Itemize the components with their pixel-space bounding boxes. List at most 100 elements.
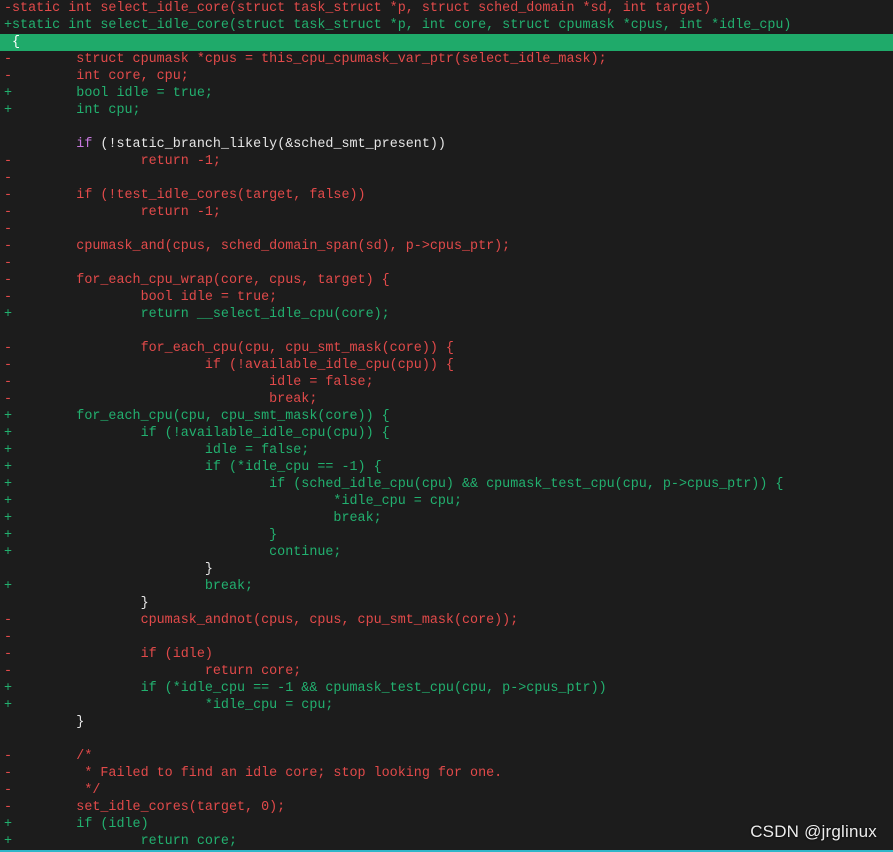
code-text: idle = false;	[12, 443, 310, 458]
diff-line-added[interactable]: + break;	[0, 578, 893, 595]
diff-line-added[interactable]: + if (!available_idle_cpu(cpu)) {	[0, 425, 893, 442]
code-text: *idle_cpu = cpu;	[12, 698, 334, 713]
diff-line-removed[interactable]: - for_each_cpu_wrap(core, cpus, target) …	[0, 272, 893, 289]
diff-line-removed[interactable]: - static int select_idle_core(struct task…	[0, 0, 893, 17]
diff-marker: -	[4, 154, 13, 169]
diff-line-removed[interactable]: - cpumask_and(cpus, sched_domain_span(sd…	[0, 238, 893, 255]
diff-line-removed[interactable]: - if (idle)	[0, 646, 893, 663]
code-text: if (*idle_cpu == -1) {	[12, 460, 382, 475]
code-text: return core;	[12, 834, 237, 849]
diff-line-removed[interactable]: - * Failed to find an idle core; stop lo…	[0, 765, 893, 782]
code-text: }	[12, 528, 278, 543]
diff-line-removed[interactable]: - bool idle = true;	[0, 289, 893, 306]
diff-line-removed[interactable]: - if (!available_idle_cpu(cpu)) {	[0, 357, 893, 374]
code-text: for_each_cpu_wrap(core, cpus, target) {	[12, 273, 390, 288]
keyword: if	[76, 137, 93, 152]
diff-line-removed[interactable]: - if (!test_idle_cores(target, false))	[0, 187, 893, 204]
diff-line-context[interactable]	[0, 119, 893, 136]
diff-marker: +	[4, 307, 13, 322]
diff-line-removed[interactable]: -	[0, 255, 893, 272]
diff-line-removed[interactable]: - break;	[0, 391, 893, 408]
diff-line-context[interactable]: }	[0, 714, 893, 731]
diff-line-removed[interactable]: - return core;	[0, 663, 893, 680]
diff-marker: +	[4, 460, 13, 475]
code-text: set_idle_cores(target, 0);	[12, 800, 286, 815]
diff-marker: -	[4, 647, 13, 662]
diff-line-added[interactable]: + *idle_cpu = cpu;	[0, 493, 893, 510]
diff-marker: +	[4, 698, 13, 713]
diff-line-removed[interactable]: - for_each_cpu(cpu, cpu_smt_mask(core)) …	[0, 340, 893, 357]
diff-line-context[interactable]	[0, 731, 893, 748]
code-text: if (idle)	[12, 647, 213, 662]
diff-line-added[interactable]: + bool idle = true;	[0, 85, 893, 102]
diff-marker: +	[4, 103, 13, 118]
diff-line-context[interactable]	[0, 323, 893, 340]
diff-line-added[interactable]: + if (*idle_cpu == -1 && cpumask_test_cp…	[0, 680, 893, 697]
diff-line-removed[interactable]: - idle = false;	[0, 374, 893, 391]
code-text: cpumask_andnot(cpus, cpus, cpu_smt_mask(…	[12, 613, 519, 628]
diff-line-added[interactable]: + }	[0, 527, 893, 544]
diff-marker: -	[4, 783, 13, 798]
diff-line-removed[interactable]: - cpumask_andnot(cpus, cpus, cpu_smt_mas…	[0, 612, 893, 629]
diff-line-context[interactable]: }	[0, 561, 893, 578]
diff-line-removed[interactable]: - set_idle_cores(target, 0);	[0, 799, 893, 816]
diff-marker: -	[4, 69, 13, 84]
diff-marker: -	[4, 766, 13, 781]
diff-line-removed[interactable]: - return -1;	[0, 153, 893, 170]
diff-line-added[interactable]: + int cpu;	[0, 102, 893, 119]
diff-line-context[interactable]: }	[0, 595, 893, 612]
diff-marker: -	[4, 188, 13, 203]
diff-marker: -	[4, 205, 13, 220]
diff-line-removed[interactable]: -	[0, 629, 893, 646]
diff-line-removed[interactable]: -	[0, 221, 893, 238]
diff-marker: -	[4, 52, 13, 67]
code-text: }	[12, 562, 213, 577]
diff-line-context[interactable]: if (!static_branch_likely(&sched_smt_pre…	[0, 136, 893, 153]
code-text: bool idle = true;	[12, 290, 278, 305]
code-text: int core, cpu;	[12, 69, 189, 84]
diff-line-added[interactable]: + if (*idle_cpu == -1) {	[0, 459, 893, 476]
diff-line-removed[interactable]: - /*	[0, 748, 893, 765]
code-text: if (!available_idle_cpu(cpu)) {	[12, 426, 390, 441]
diff-line-removed[interactable]: - return -1;	[0, 204, 893, 221]
diff-line-removed[interactable]: - int core, cpu;	[0, 68, 893, 85]
diff-marker: -	[4, 256, 13, 271]
diff-line-added[interactable]: + for_each_cpu(cpu, cpu_smt_mask(core)) …	[0, 408, 893, 425]
code-text: int cpu;	[12, 103, 141, 118]
diff-line-added[interactable]: + continue;	[0, 544, 893, 561]
diff-marker: +	[4, 545, 13, 560]
code-text: for_each_cpu(cpu, cpu_smt_mask(core)) {	[12, 341, 454, 356]
diff-marker: -	[4, 358, 13, 373]
code-text: return -1;	[12, 205, 221, 220]
diff-marker: +	[4, 528, 13, 543]
code-text: static int select_idle_core(struct task_…	[12, 1, 712, 16]
diff-marker: -	[4, 749, 13, 764]
diff-marker: -	[4, 630, 13, 645]
diff-marker: +	[4, 834, 13, 849]
diff-marker: -	[4, 392, 13, 407]
diff-marker: -	[4, 800, 13, 815]
diff-line-added[interactable]: + *idle_cpu = cpu;	[0, 697, 893, 714]
code-text: }	[12, 596, 149, 611]
diff-line-cursor[interactable]: {	[0, 34, 893, 51]
diff-line-added[interactable]: + if (sched_idle_cpu(cpu) && cpumask_tes…	[0, 476, 893, 493]
diff-marker: -	[4, 290, 13, 305]
code-text: * Failed to find an idle core; stop look…	[12, 766, 503, 781]
code-text: struct cpumask *cpus = this_cpu_cpumask_…	[12, 52, 607, 67]
diff-line-added[interactable]: + break;	[0, 510, 893, 527]
diff-line-added[interactable]: + idle = false;	[0, 442, 893, 459]
diff-line-removed[interactable]: -	[0, 170, 893, 187]
diff-view: - static int select_idle_core(struct task…	[0, 0, 893, 850]
diff-line-removed[interactable]: - struct cpumask *cpus = this_cpu_cpumas…	[0, 51, 893, 68]
diff-line-removed[interactable]: - */	[0, 782, 893, 799]
diff-marker: -	[4, 375, 13, 390]
diff-marker: -	[4, 341, 13, 356]
diff-marker: +	[4, 409, 13, 424]
code-text: */	[12, 783, 101, 798]
diff-marker: +	[4, 681, 13, 696]
code-text: idle = false;	[12, 375, 374, 390]
code-text: cpumask_and(cpus, sched_domain_span(sd),…	[12, 239, 511, 254]
diff-line-added[interactable]: + return __select_idle_cpu(core);	[0, 306, 893, 323]
diff-line-added[interactable]: + static int select_idle_core(struct task…	[0, 17, 893, 34]
code-text: if (!static_branch_likely(&sched_smt_pre…	[12, 136, 446, 153]
